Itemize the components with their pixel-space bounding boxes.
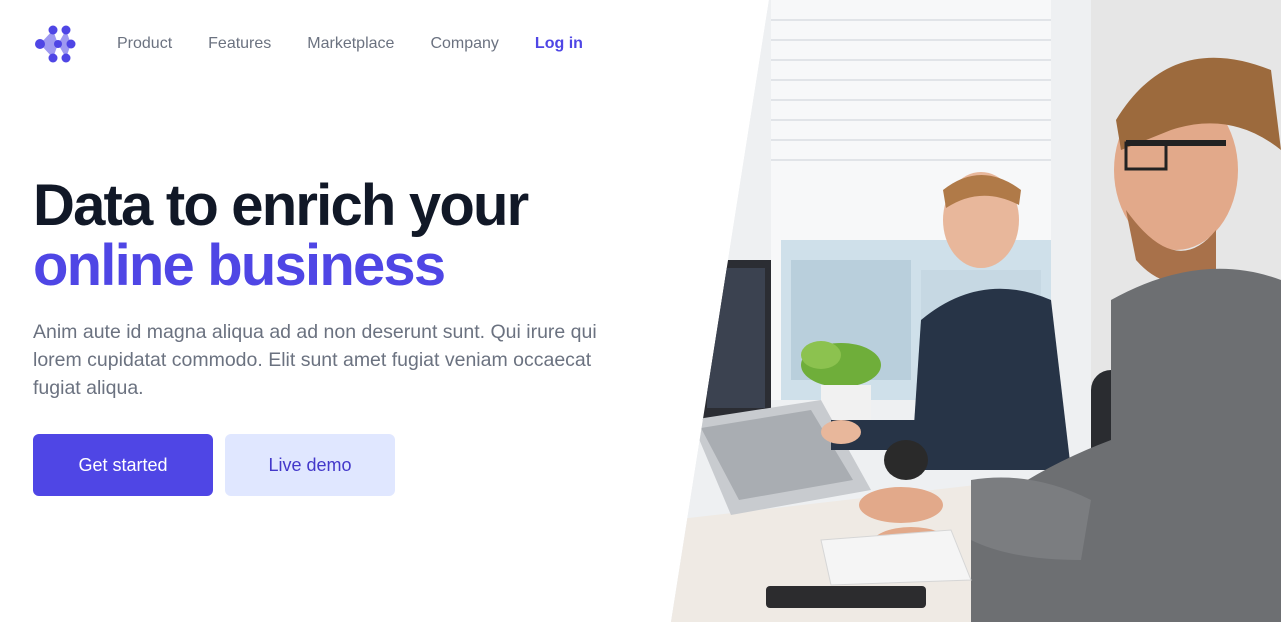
connected-dots-logo-icon[interactable] (33, 22, 77, 66)
nav-links: Product Features Marketplace Company Log… (117, 35, 583, 53)
headline-line-1: Data to enrich your (33, 173, 529, 238)
nav-link-features[interactable]: Features (208, 35, 271, 53)
nav-link-product[interactable]: Product (117, 35, 172, 53)
hero-headline: Data to enrich your online business (33, 176, 653, 296)
office-workers-photo (671, 0, 1281, 622)
hero-lead-text: Anim aute id magna aliqua ad ad non dese… (33, 321, 597, 399)
login-link[interactable]: Log in (535, 35, 583, 53)
headline-line-2: online business (33, 233, 446, 298)
cta-group: Get started Live demo (33, 434, 653, 496)
get-started-button[interactable]: Get started (33, 434, 213, 496)
landing-page: Product Features Marketplace Company Log… (0, 0, 1281, 622)
main-nav: Product Features Marketplace Company Log… (33, 22, 583, 66)
nav-link-marketplace[interactable]: Marketplace (307, 35, 394, 53)
hero-section: Data to enrich your online business Anim… (33, 176, 653, 496)
nav-link-company[interactable]: Company (430, 35, 498, 53)
live-demo-button[interactable]: Live demo (225, 434, 395, 496)
